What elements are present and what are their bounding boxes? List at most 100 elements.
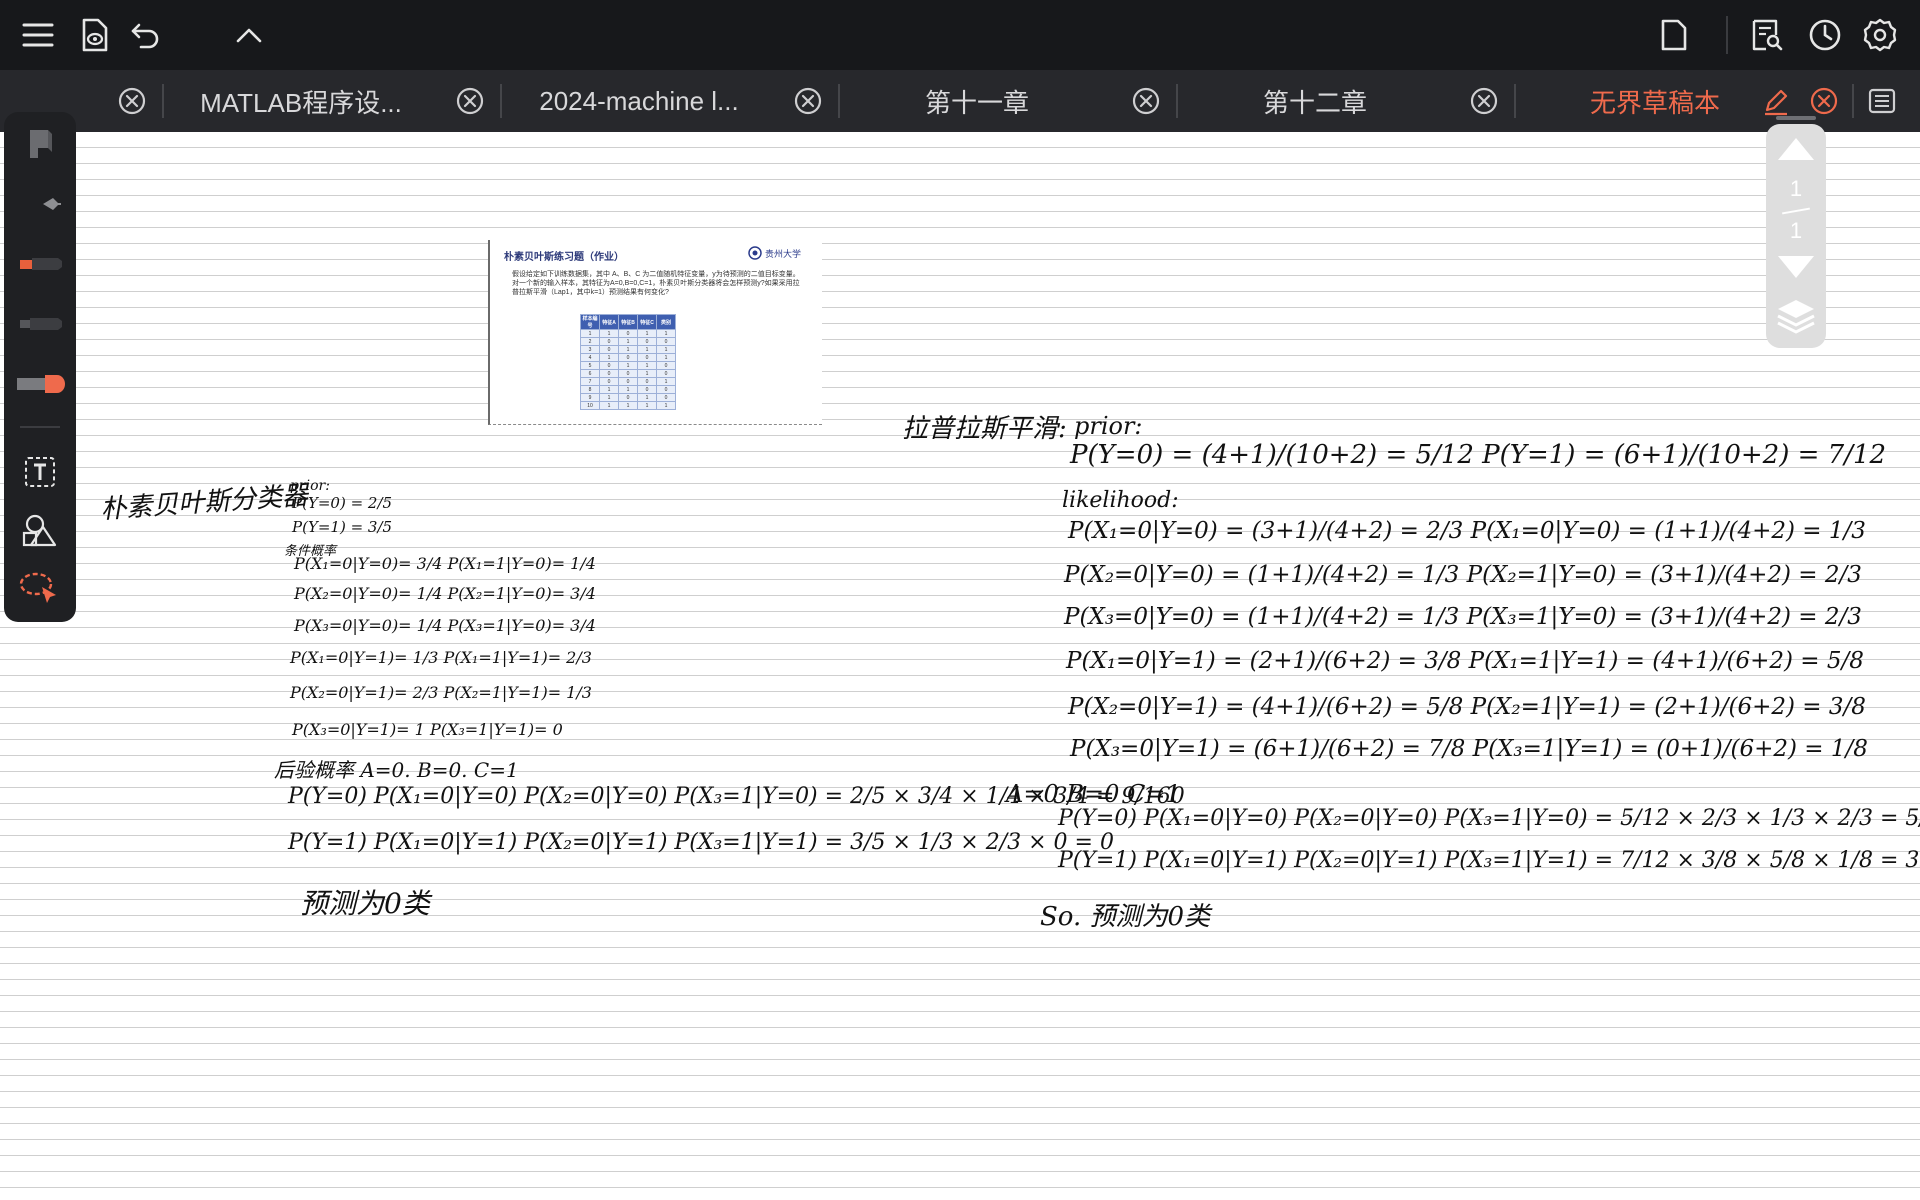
left-cond-3: P(X₁=0|Y=1)= 1/3 P(X₁=1|Y=1)= 2/3 bbox=[290, 648, 592, 667]
undo-icon[interactable] bbox=[123, 12, 169, 58]
current-page: 1 bbox=[1789, 176, 1803, 201]
right-given: A=0 B=0 C=1 bbox=[1006, 780, 1181, 808]
tab-2[interactable]: 2024-machine l... bbox=[504, 70, 774, 132]
table-cell: 1 bbox=[618, 385, 638, 394]
left-prior-label: prior: bbox=[290, 478, 330, 494]
marker-icon[interactable] bbox=[12, 238, 68, 290]
close-icon bbox=[794, 87, 822, 115]
top-toolbar bbox=[0, 0, 1920, 70]
table-row: 91010 bbox=[580, 393, 676, 402]
tab-close-button[interactable] bbox=[1468, 85, 1500, 117]
menu-icon[interactable] bbox=[15, 12, 61, 58]
table-cell: 10 bbox=[580, 401, 600, 410]
table-cell: 8 bbox=[580, 385, 600, 394]
table-cell: 1 bbox=[637, 329, 657, 338]
left-conclusion: 预测为0类 bbox=[300, 887, 430, 920]
table-cell: 1 bbox=[599, 401, 619, 410]
table-cell: 1 bbox=[637, 369, 657, 378]
table-cell: 0 bbox=[599, 345, 619, 354]
tab-close-button[interactable] bbox=[792, 85, 824, 117]
right-prior-label: prior: bbox=[1074, 412, 1143, 440]
tab-close-button[interactable] bbox=[1130, 85, 1162, 117]
tab-1[interactable]: MATLAB程序设... bbox=[166, 70, 436, 132]
tab-4[interactable]: 第十二章 bbox=[1180, 70, 1450, 132]
table-cell: 1 bbox=[637, 401, 657, 410]
right-posterior-1: P(Y=1) P(X₁=0|Y=1) P(X₂=0|Y=1) P(X₃=1|Y=… bbox=[1058, 848, 1920, 873]
right-posterior-0: P(Y=0) P(X₁=0|Y=0) P(X₂=0|Y=0) P(X₃=1|Y=… bbox=[1058, 806, 1920, 831]
logo-text: 贵州大学 bbox=[765, 248, 802, 259]
table-cell: 3 bbox=[580, 345, 600, 354]
right-heading: 拉普拉斯平滑: bbox=[902, 414, 1067, 444]
page-navigator: 1 1 bbox=[1766, 124, 1826, 348]
fountain-pen-icon[interactable] bbox=[12, 178, 68, 230]
left-cond-2: P(X₃=0|Y=0)= 1/4 P(X₃=1|Y=0)= 3/4 bbox=[294, 616, 596, 635]
page-icon[interactable] bbox=[1651, 12, 1697, 58]
tab-close-button[interactable] bbox=[1808, 85, 1840, 117]
right-likelihood-label: likelihood: bbox=[1062, 488, 1179, 513]
right-likelihood-1: P(X₂=0|Y=0) = (1+1)/(4+2) = 1/3 P(X₂=1|Y… bbox=[1064, 562, 1862, 588]
gear-icon[interactable] bbox=[1857, 12, 1903, 58]
table-cell: 1 bbox=[656, 377, 676, 386]
total-pages: 1 bbox=[1789, 218, 1803, 243]
table-cell: 5 bbox=[580, 361, 600, 370]
table-cell: 1 bbox=[618, 337, 638, 346]
table-cell: 0 bbox=[637, 337, 657, 346]
prev-page-button[interactable] bbox=[1776, 134, 1816, 164]
right-prior: P(Y=0) = (4+1)/(10+2) = 5/12 P(Y=1) = (6… bbox=[1070, 440, 1887, 470]
table-cell: 1 bbox=[656, 353, 676, 362]
table-row: 30111 bbox=[580, 345, 676, 354]
tab-divider bbox=[1176, 84, 1178, 118]
table-cell: 1 bbox=[656, 329, 676, 338]
lasso-icon[interactable] bbox=[12, 562, 68, 614]
layers-button[interactable] bbox=[1774, 296, 1818, 336]
toolbox-divider bbox=[20, 426, 60, 428]
table-cell: 1 bbox=[637, 393, 657, 402]
table-cell: 2 bbox=[580, 337, 600, 346]
text-icon[interactable] bbox=[12, 446, 68, 498]
embedded-document-image[interactable]: 朴素贝叶斯练习题（作业） 贵州大学 假设给定如下训练数据集，其中 A、B、C 为… bbox=[488, 240, 822, 425]
table-cell: 0 bbox=[618, 353, 638, 362]
right-conclusion: So. 预测为0类 bbox=[1040, 902, 1211, 932]
close-icon bbox=[1470, 87, 1498, 115]
triangle-down-icon bbox=[1778, 256, 1814, 278]
left-cond-4: P(X₂=0|Y=1)= 2/3 P(X₂=1|Y=1)= 1/3 bbox=[290, 683, 592, 702]
embedded-title: 朴素贝叶斯练习题（作业） bbox=[504, 252, 624, 263]
edit-tab-button[interactable] bbox=[1760, 85, 1792, 117]
tab-3[interactable]: 第十一章 bbox=[842, 70, 1112, 132]
right-likelihood-0: P(X₁=0|Y=0) = (3+1)/(4+2) = 2/3 P(X₁=0|Y… bbox=[1068, 518, 1866, 544]
right-likelihood-2: P(X₃=0|Y=0) = (1+1)/(4+2) = 1/3 P(X₃=1|Y… bbox=[1064, 604, 1862, 630]
table-cell: 6 bbox=[580, 369, 600, 378]
tab-close-button[interactable] bbox=[454, 85, 486, 117]
highlighter-icon[interactable] bbox=[12, 298, 68, 350]
table-cell: 0 bbox=[637, 385, 657, 394]
table-row: 11011 bbox=[580, 329, 676, 338]
right-likelihood-3: P(X₁=0|Y=1) = (2+1)/(6+2) = 3/8 P(X₁=1|Y… bbox=[1066, 648, 1864, 674]
tab-close-button[interactable] bbox=[116, 85, 148, 117]
pen-toolbox bbox=[4, 112, 76, 622]
table-cell: 0 bbox=[618, 369, 638, 378]
table-row: 81100 bbox=[580, 385, 676, 394]
tab-5-active[interactable]: 无界草稿本 bbox=[1560, 70, 1750, 132]
shapes-icon[interactable] bbox=[12, 504, 68, 556]
table-row: 50110 bbox=[580, 361, 676, 370]
left-posterior-1: P(Y=1) P(X₁=0|Y=1) P(X₂=0|Y=1) P(X₃=1|Y=… bbox=[288, 830, 1114, 855]
eraser-icon[interactable] bbox=[12, 358, 68, 410]
clock-icon[interactable] bbox=[1802, 12, 1848, 58]
page-divider bbox=[1782, 207, 1810, 215]
table-cell: 0 bbox=[618, 377, 638, 386]
next-page-button[interactable] bbox=[1776, 252, 1816, 282]
seal-icon bbox=[748, 246, 762, 260]
close-icon bbox=[1810, 87, 1838, 115]
table-cell: 1 bbox=[656, 401, 676, 410]
tab-list-button[interactable] bbox=[1866, 85, 1898, 117]
table-cell: 1 bbox=[599, 329, 619, 338]
search-document-icon[interactable] bbox=[1744, 12, 1790, 58]
chevron-up-icon[interactable] bbox=[226, 12, 272, 58]
table-row: 41001 bbox=[580, 353, 676, 362]
right-likelihood-4: P(X₂=0|Y=1) = (4+1)/(6+2) = 5/8 P(X₂=1|Y… bbox=[1068, 694, 1866, 720]
eraser-block-icon[interactable] bbox=[12, 118, 68, 170]
tab-divider bbox=[1852, 84, 1854, 118]
table-cell: 0 bbox=[637, 353, 657, 362]
left-prior-1: P(Y=1) = 3/5 bbox=[292, 518, 393, 536]
eye-document-icon[interactable] bbox=[71, 12, 117, 58]
